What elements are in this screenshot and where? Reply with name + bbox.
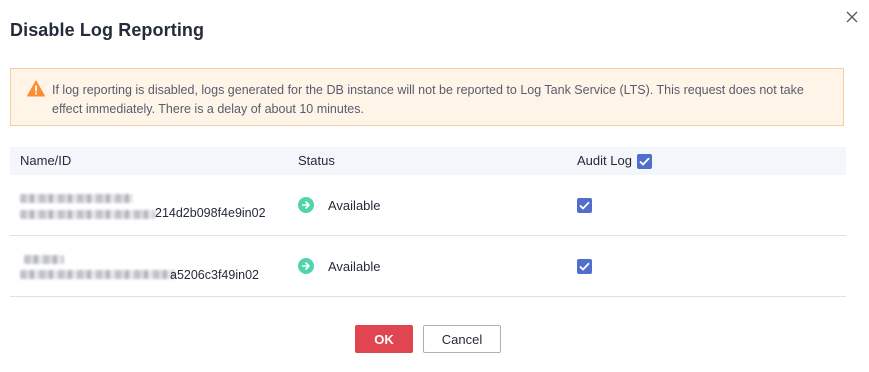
instance-id-suffix: 214d2b098f4e9in02 — [155, 206, 266, 220]
column-header-status: Status — [298, 153, 335, 168]
status-text: Available — [328, 197, 381, 213]
table-row: 214d2b098f4e9in02 Available — [10, 175, 846, 236]
warning-notice: If log reporting is disabled, logs gener… — [10, 68, 844, 126]
warning-icon — [27, 80, 45, 97]
notice-text: If log reporting is disabled, logs gener… — [52, 83, 804, 116]
check-icon — [639, 157, 650, 166]
audit-log-checkbox[interactable] — [577, 258, 592, 274]
instance-table: Name/ID Status Audit Log 214d2b098f4e9in… — [10, 147, 846, 297]
column-header-name: Name/ID — [20, 153, 72, 168]
redacted-id — [20, 270, 175, 279]
status-cell: Available — [298, 236, 381, 296]
ok-button[interactable]: OK — [355, 325, 413, 353]
available-arrow-icon — [298, 258, 314, 274]
cancel-button[interactable]: Cancel — [423, 325, 501, 353]
audit-log-cell — [577, 236, 592, 296]
dialog-title: Disable Log Reporting — [10, 20, 205, 40]
check-icon — [579, 201, 590, 210]
check-icon — [579, 262, 590, 271]
audit-log-cell — [577, 175, 592, 235]
select-all-checkbox[interactable] — [636, 153, 652, 169]
column-header-audit-log: Audit Log — [577, 147, 652, 175]
audit-log-checkbox[interactable] — [577, 197, 592, 213]
status-text: Available — [328, 258, 381, 274]
available-arrow-icon — [298, 197, 314, 213]
redacted-id — [20, 210, 155, 219]
table-header: Name/ID Status Audit Log — [10, 147, 846, 175]
status-cell: Available — [298, 175, 381, 235]
instance-name-cell: 214d2b098f4e9in02 — [20, 189, 280, 223]
redacted-name — [24, 255, 64, 264]
table-row: a5206c3f49in02 Available — [10, 236, 846, 297]
close-icon[interactable] — [843, 8, 861, 26]
instance-id-suffix: a5206c3f49in02 — [170, 268, 259, 282]
instance-name-cell: a5206c3f49in02 — [20, 250, 280, 284]
redacted-name — [20, 194, 133, 203]
column-header-audit-label: Audit Log — [577, 153, 632, 168]
